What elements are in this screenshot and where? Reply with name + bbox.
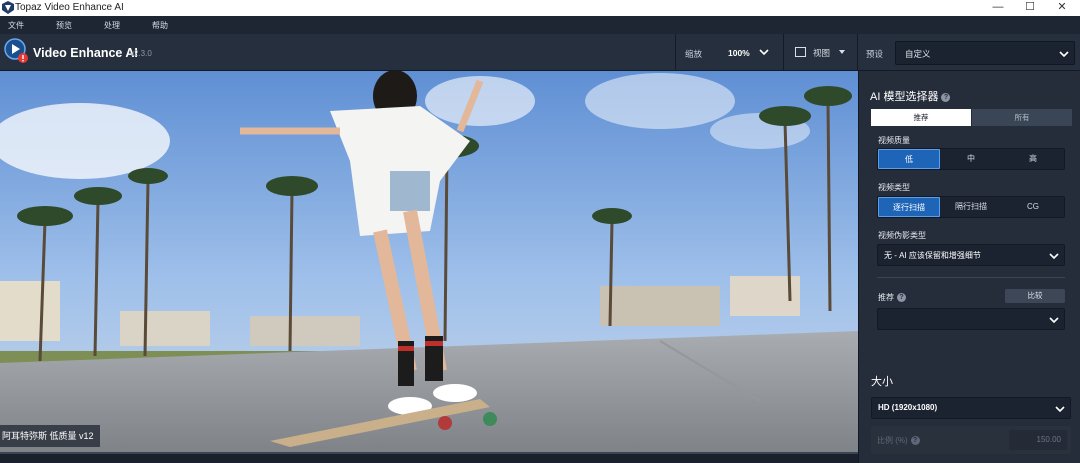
chevron-down-icon [1049,317,1059,324]
video-type-selector: 逐行扫描 隔行扫描 CG [877,196,1065,218]
video-enhance-logo [4,38,28,63]
tab-all[interactable]: 所有 [972,109,1072,126]
quality-option-medium[interactable]: 中 [940,149,1002,169]
scale-row: 比例 (%)? 150.00 [871,426,1071,454]
zoom-value[interactable]: 100% [728,48,750,58]
preset-select[interactable]: 自定义 [895,41,1075,65]
help-icon[interactable]: ? [941,93,951,102]
menu-preview[interactable]: 预览 [56,20,72,31]
view-label: 视图 [813,48,831,58]
recommend-section: 推荐? [878,292,906,303]
tab-recommended[interactable]: 推荐 [871,109,971,126]
help-icon[interactable]: ? [897,293,906,302]
window-titlebar: Topaz Video Enhance AI — ☐ ✕ [0,0,1080,16]
chevron-down-icon [1059,51,1069,58]
view-icon [795,47,806,57]
timeline-bar[interactable] [0,452,858,463]
menu-help[interactable]: 帮助 [152,20,168,31]
chevron-down-icon [1055,406,1065,413]
menu-bar: 文件 预览 处理 帮助 [0,16,1080,34]
size-section-title: 大小 [871,376,893,388]
preset-label: 预设 [866,49,884,59]
recommend-select[interactable] [877,308,1065,330]
settings-panel: AI 模型选择器? 推荐 所有 视频质量 低 中 高 视频类型 逐行扫描 隔行扫… [858,71,1080,463]
app-version: v2.3.0 [130,49,152,58]
compare-button[interactable]: 比较 [1005,289,1065,303]
output-size-select[interactable]: HD (1920x1080) [871,397,1071,419]
header-divider [857,34,858,71]
type-option-progressive[interactable]: 逐行扫描 [878,197,940,217]
help-icon[interactable]: ? [910,436,920,445]
artifact-type-value: 无 - AI 应该保留和增强细节 [884,251,981,260]
chevron-down-icon [1049,253,1059,260]
video-type-label: 视频类型 [878,183,910,192]
quality-option-high[interactable]: 高 [1002,149,1064,169]
chevron-down-icon[interactable] [758,47,770,57]
maximize-button[interactable]: ☐ [1012,0,1048,16]
app-name: Video Enhance AI [33,46,138,60]
type-option-interlaced[interactable]: 隔行扫描 [940,197,1002,217]
preset-value: 自定义 [905,49,931,59]
scale-input[interactable]: 150.00 [1009,430,1067,450]
video-preview[interactable]: 阿耳特弥斯 低质量 v12 [0,71,858,452]
zoom-label: 缩放 [685,49,703,59]
caret-down-icon [839,50,845,54]
quality-option-low[interactable]: 低 [878,149,940,169]
view-dropdown[interactable]: 视图 [795,46,855,60]
close-button[interactable]: ✕ [1044,0,1080,16]
type-option-cg[interactable]: CG [1002,197,1064,217]
window-title: Topaz Video Enhance AI [15,2,124,13]
ai-model-title: AI 模型选择器 [870,91,939,103]
menu-process[interactable]: 处理 [104,20,120,31]
artifact-type-label: 视频伪影类型 [878,231,926,240]
video-model-caption: 阿耳特弥斯 低质量 v12 [0,425,100,447]
recommend-label: 推荐 [878,293,894,302]
panel-divider [877,277,1065,278]
video-quality-label: 视频质量 [878,136,910,145]
scale-label: 比例 (%) [877,436,908,445]
header-divider [675,34,676,71]
scale-section: 比例 (%)? [877,435,920,446]
video-quality-selector: 低 中 高 [877,148,1065,170]
topaz-app-icon [2,1,14,14]
header-divider [783,34,784,71]
artifact-type-select[interactable]: 无 - AI 应该保留和增强细节 [877,244,1065,266]
app-header: Video Enhance AI v2.3.0 缩放 100% 视图 预设 自定… [0,34,1080,71]
menu-file[interactable]: 文件 [8,20,24,31]
ai-model-section-title: AI 模型选择器? [870,88,951,104]
video-frame-image [0,71,858,452]
output-size-value: HD (1920x1080) [878,403,938,412]
minimize-button[interactable]: — [980,0,1016,16]
